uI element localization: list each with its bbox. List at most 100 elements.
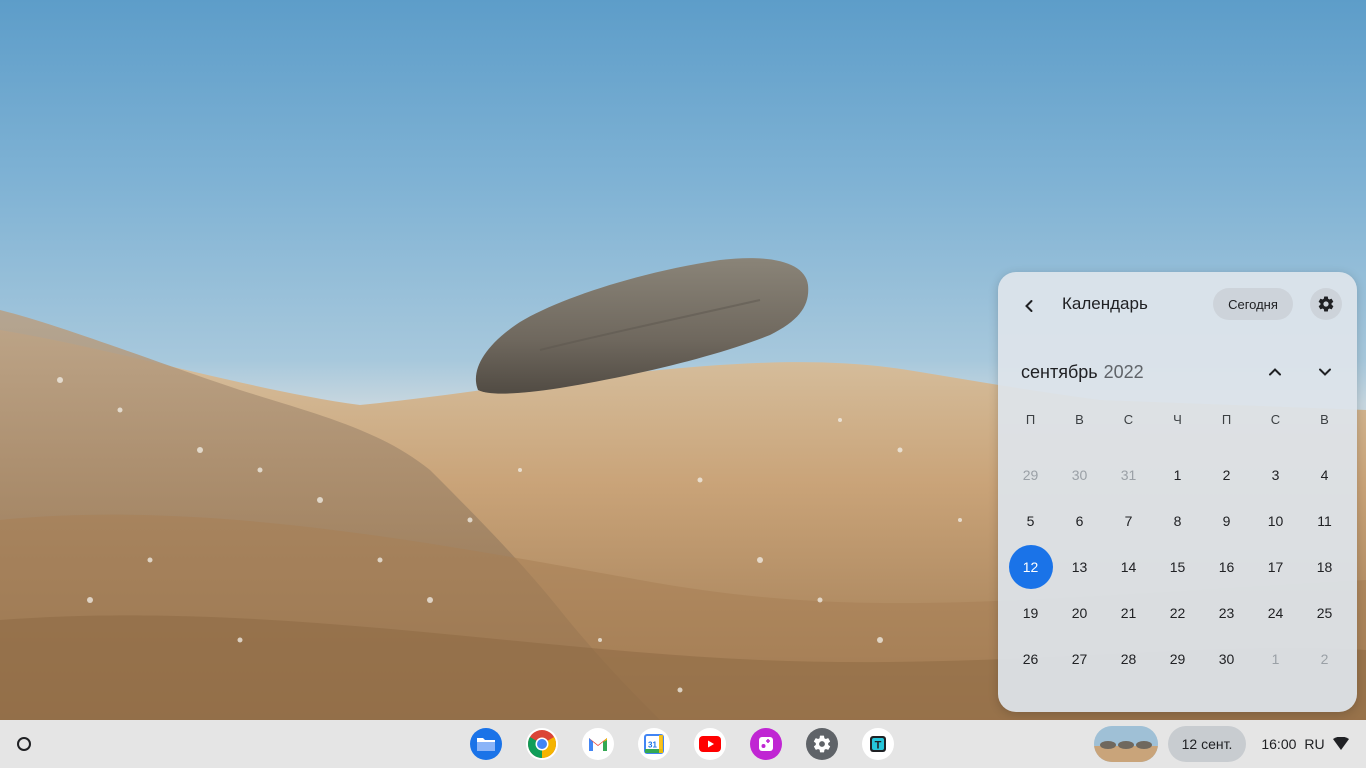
today-button[interactable]: Сегодня — [1213, 288, 1293, 320]
calendar-day[interactable]: 27 — [1055, 636, 1104, 682]
calendar-day[interactable]: 28 — [1104, 636, 1153, 682]
calendar-day[interactable]: 16 — [1202, 544, 1251, 590]
calendar-day[interactable]: 21 — [1104, 590, 1153, 636]
files-app-icon[interactable] — [470, 728, 502, 760]
calendar-day[interactable]: 2 — [1300, 636, 1349, 682]
wifi-icon — [1332, 737, 1349, 750]
calendar-icon-label: 31 — [648, 741, 657, 750]
gallery-app-icon[interactable] — [750, 728, 782, 760]
calendar-day-number: 25 — [1316, 605, 1333, 621]
previous-month-button[interactable] — [1261, 360, 1289, 384]
settings-app-icon[interactable] — [806, 728, 838, 760]
calendar-day[interactable]: 15 — [1153, 544, 1202, 590]
calendar-day-number: 18 — [1316, 559, 1333, 575]
calendar-day-number: 14 — [1120, 559, 1137, 575]
calendar-day[interactable]: 2 — [1202, 452, 1251, 498]
pinned-apps: 31 T — [470, 728, 894, 760]
calendar-day-number: 31 — [1120, 467, 1137, 483]
calendar-day[interactable]: 30 — [1202, 636, 1251, 682]
holding-space-button[interactable] — [1094, 726, 1158, 762]
calendar-day-number: 23 — [1218, 605, 1235, 621]
shelf: 31 T 12 сент. 16:00 RU — [0, 720, 1366, 768]
youtube-icon — [699, 736, 721, 752]
calendar-day-number: 3 — [1271, 467, 1280, 483]
text-icon-label: T — [875, 740, 882, 752]
weekday-label: В — [1320, 411, 1329, 427]
calendar-day[interactable]: 22 — [1153, 590, 1202, 636]
chrome-icon — [528, 730, 556, 758]
calendar-day[interactable]: 20 — [1055, 590, 1104, 636]
calendar-day-number: 12 — [1008, 545, 1053, 589]
calendar-day[interactable]: 3 — [1251, 452, 1300, 498]
calendar-day-number: 4 — [1320, 467, 1329, 483]
calendar-day-number: 1 — [1173, 467, 1182, 483]
calendar-day-number: 20 — [1071, 605, 1088, 621]
calendar-day-number: 21 — [1120, 605, 1137, 621]
calendar-day-number: 10 — [1267, 513, 1284, 529]
calendar-app-icon[interactable]: 31 — [638, 728, 670, 760]
files-icon — [477, 738, 495, 751]
calendar-day-number: 28 — [1120, 651, 1137, 667]
calendar-day[interactable]: 11 — [1300, 498, 1349, 544]
chevron-left-icon — [1025, 300, 1033, 312]
calendar-day[interactable]: 6 — [1055, 498, 1104, 544]
calendar-day-number: 19 — [1022, 605, 1039, 621]
calendar-day-number: 7 — [1124, 513, 1133, 529]
youtube-app-icon[interactable] — [694, 728, 726, 760]
calendar-day[interactable]: 29 — [1006, 452, 1055, 498]
calendar-settings-button[interactable] — [1310, 288, 1342, 320]
calendar-day[interactable]: 26 — [1006, 636, 1055, 682]
calendar-icon: 31 — [644, 734, 664, 754]
calendar-day[interactable]: 13 — [1055, 544, 1104, 590]
calendar-title: Календарь — [1062, 294, 1148, 313]
calendar-day[interactable]: 7 — [1104, 498, 1153, 544]
calendar-day[interactable]: 23 — [1202, 590, 1251, 636]
launcher-button[interactable] — [4, 724, 44, 764]
calendar-day-number: 30 — [1218, 651, 1235, 667]
calendar-day[interactable]: 9 — [1202, 498, 1251, 544]
weekday-label: В — [1075, 411, 1084, 427]
calendar-day[interactable]: 18 — [1300, 544, 1349, 590]
weekday-label: П — [1221, 411, 1232, 427]
calendar-day[interactable]: 8 — [1153, 498, 1202, 544]
wallpaper-thumbnail-icon — [1094, 726, 1158, 762]
calendar-day[interactable]: 29 — [1153, 636, 1202, 682]
calendar-day-number: 24 — [1267, 605, 1284, 621]
calendar-day-number: 29 — [1169, 651, 1186, 667]
calendar-day[interactable]: 4 — [1300, 452, 1349, 498]
calendar-day-number: 29 — [1022, 467, 1039, 483]
calendar-day[interactable]: 14 — [1104, 544, 1153, 590]
calendar-day-number: 2 — [1320, 651, 1329, 667]
year-label: 2022 — [1103, 362, 1144, 382]
back-button[interactable] — [1014, 291, 1044, 321]
weekday-label: С — [1270, 411, 1281, 427]
input-method-indicator: RU — [1304, 736, 1325, 752]
calendar-day-number: 11 — [1317, 513, 1332, 529]
calendar-day[interactable]: 1 — [1251, 636, 1300, 682]
calendar-day[interactable]: 25 — [1300, 590, 1349, 636]
calendar-day[interactable]: 31 — [1104, 452, 1153, 498]
calendar-day-number: 26 — [1022, 651, 1039, 667]
chrome-app-icon[interactable] — [526, 728, 558, 760]
calendar-day[interactable]: 10 — [1251, 498, 1300, 544]
calendar-day-number: 9 — [1222, 513, 1231, 529]
calendar-day[interactable]: 30 — [1055, 452, 1104, 498]
calendar-day[interactable]: 24 — [1251, 590, 1300, 636]
calendar-day[interactable]: 5 — [1006, 498, 1055, 544]
month-grid: 29 30 31 1 2 3 4 5 6 7 8 9 10 11 12 13 14 15 16 17 18 19 20 21 2… — [1006, 452, 1349, 682]
weekday-header: ПВСЧПСВ — [1006, 404, 1349, 434]
calendar-day[interactable]: 19 — [1006, 590, 1055, 636]
gmail-app-icon[interactable] — [582, 728, 614, 760]
calendar-day-number: 16 — [1218, 559, 1235, 575]
calendar-day[interactable]: 1 — [1153, 452, 1202, 498]
calendar-day-number: 2 — [1222, 467, 1231, 483]
calendar-day-number: 27 — [1071, 651, 1088, 667]
status-area-button[interactable]: 16:00 RU — [1250, 726, 1360, 762]
text-app-icon[interactable]: T — [862, 728, 894, 760]
chevron-up-icon — [1269, 368, 1281, 376]
date-tray-button[interactable]: 12 сент. — [1168, 726, 1246, 762]
next-month-button[interactable] — [1311, 360, 1339, 384]
calendar-day-today[interactable]: 12 — [1006, 544, 1055, 590]
calendar-day-number: 15 — [1169, 559, 1186, 575]
calendar-day[interactable]: 17 — [1251, 544, 1300, 590]
